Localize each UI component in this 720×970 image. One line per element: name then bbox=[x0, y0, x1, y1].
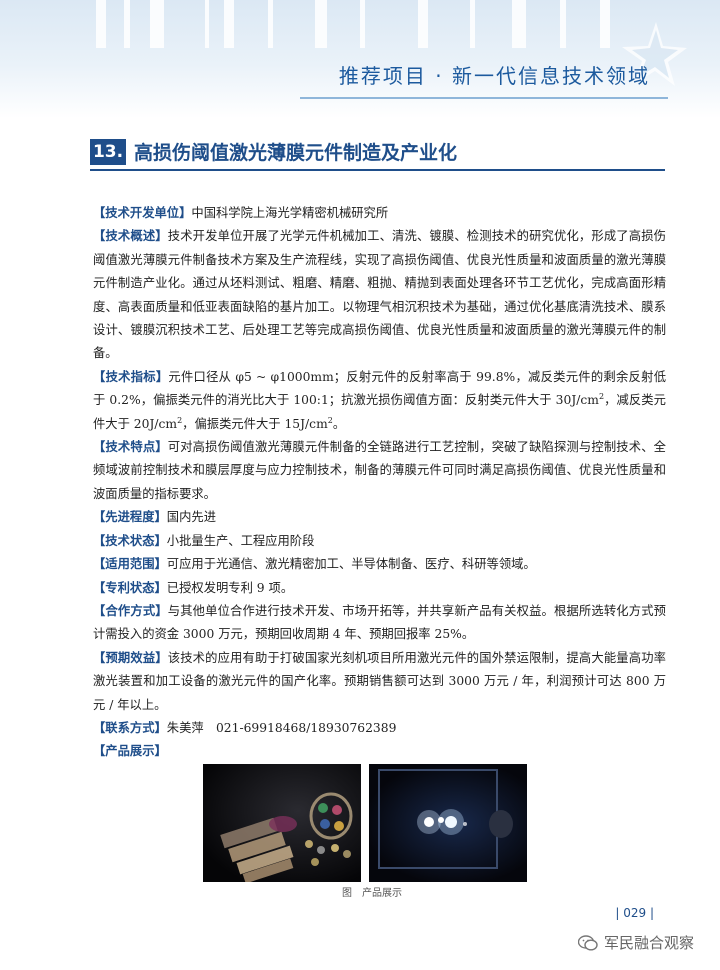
entry-showcase: 【产品展示】 bbox=[93, 740, 666, 763]
entry-developer: 【技术开发单位】中国科学院上海光学精密机械研究所 bbox=[93, 202, 666, 225]
entry-text: 朱美萍 021-69918468/18930762389 bbox=[166, 720, 397, 735]
entry-text: 国内先进 bbox=[166, 510, 216, 525]
wechat-icon bbox=[577, 934, 598, 951]
entry-text: 可应用于光通信、激光精密加工、半导体制备、医疗、科研等领域。 bbox=[166, 557, 536, 572]
entry-label: 【预期效益】 bbox=[93, 650, 168, 665]
entry-label: 【产品展示】 bbox=[93, 744, 167, 759]
entry-label: 【技术概述】 bbox=[93, 229, 168, 244]
entry-text: 可对高损伤阈值激光薄膜元件制备的全链路进行工艺控制，突破了缺陷探测与控制技术、全… bbox=[93, 440, 666, 501]
entry-text: 中国科学院上海光学精密机械研究所 bbox=[191, 206, 389, 220]
laser-optics-elements-photo bbox=[203, 764, 361, 882]
entry-label: 【技术指标】 bbox=[93, 369, 169, 384]
entry-status: 【技术状态】小批量生产、工程应用阶段 bbox=[93, 530, 666, 553]
entry-text: ，偏振类元件大于 15J/cm bbox=[182, 416, 328, 431]
header-title: 推荐项目 · 新一代信息技术领域 bbox=[338, 64, 650, 88]
entry-contact: 【联系方式】朱美萍 021-69918468/18930762389 bbox=[93, 717, 666, 740]
entry-label: 【技术开发单位】 bbox=[93, 206, 192, 220]
entry-benefits: 【预期效益】该技术的应用有助于打破国家光刻机项目所用激光元件的国外禁运限制，提高… bbox=[93, 647, 666, 717]
entry-label: 【合作方式】 bbox=[93, 603, 168, 618]
entry-scope: 【适用范围】可应用于光通信、激光精密加工、半导体制备、医疗、科研等领域。 bbox=[93, 553, 666, 576]
entry-label: 【技术状态】 bbox=[93, 533, 167, 548]
entry-text: 与其他单位合作进行技术开发、市场开拓等，并共享新产品有关权益。根据所选转化方式预… bbox=[93, 603, 666, 642]
entry-specs: 【技术指标】元件口径从 φ5 ~ φ1000mm；反射元件的反射率高于 99.8… bbox=[93, 366, 666, 436]
product-photos bbox=[203, 764, 653, 882]
figure-caption: 图 产品展示 bbox=[342, 888, 402, 899]
entry-advancement: 【先进程度】国内先进 bbox=[93, 506, 666, 529]
entry-label: 【联系方式】 bbox=[93, 720, 167, 735]
entry-text: 技术开发单位开展了光学元件机械加工、清洗、镀膜、检测技术的研究优化，形成了高损伤… bbox=[93, 229, 666, 361]
watermark: 军民融合观察 bbox=[577, 932, 694, 953]
header-rule bbox=[300, 97, 668, 99]
entry-text: 。 bbox=[332, 416, 346, 431]
header-band: 推荐项目 · 新一代信息技术领域 bbox=[0, 0, 720, 118]
entry-text: 小批量生产、工程应用阶段 bbox=[166, 533, 315, 548]
entry-text: 元件口径从 φ5 ~ φ1000mm；反射元件的反射率高于 99.8%，减反类元… bbox=[93, 369, 666, 408]
entry-overview: 【技术概述】技术开发单位开展了光学元件机械加工、清洗、镀膜、检测技术的研究优化，… bbox=[93, 225, 666, 365]
header-stripes bbox=[0, 0, 720, 60]
entry-label: 【先进程度】 bbox=[93, 510, 167, 525]
section-heading: 13. 高损伤阈值激光薄膜元件制造及产业化 bbox=[90, 135, 665, 171]
entry-text: 已授权发明专利 9 项。 bbox=[166, 580, 294, 595]
section-title: 高损伤阈值激光薄膜元件制造及产业化 bbox=[134, 142, 458, 164]
entry-features: 【技术特点】可对高损伤阈值激光薄膜元件制备的全链路进行工艺控制，突破了缺陷探测与… bbox=[93, 436, 666, 506]
page-number: | 029 | bbox=[615, 906, 654, 920]
content-body: 【技术开发单位】中国科学院上海光学精密机械研究所 【技术概述】技术开发单位开展了… bbox=[93, 202, 666, 764]
laser-beam-spots-photo bbox=[369, 764, 527, 882]
watermark-text: 军民融合观察 bbox=[603, 934, 694, 952]
entry-label: 【技术特点】 bbox=[93, 440, 168, 455]
entry-label: 【专利状态】 bbox=[93, 580, 167, 595]
entry-label: 【适用范围】 bbox=[93, 557, 167, 572]
section-number: 13. bbox=[90, 139, 126, 165]
entry-patents: 【专利状态】已授权发明专利 9 项。 bbox=[93, 577, 666, 600]
entry-cooperation: 【合作方式】与其他单位合作进行技术开发、市场开拓等，并共享新产品有关权益。根据所… bbox=[93, 600, 666, 647]
entry-text: 该技术的应用有助于打破国家光刻机项目所用激光元件的国外禁运限制，提高大能量高功率… bbox=[93, 650, 666, 712]
